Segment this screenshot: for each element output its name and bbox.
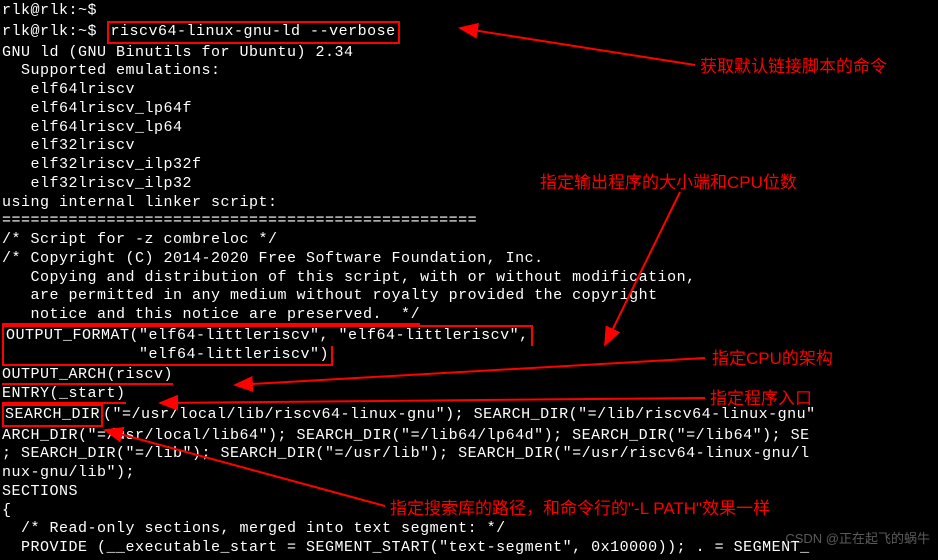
output-line: notice and this notice are preserved. */: [2, 306, 936, 325]
output-line: elf64lriscv_lp64: [2, 119, 936, 138]
output-line: ARCH_DIR("=/usr/local/lib64"); SEARCH_DI…: [2, 427, 936, 446]
output-line: using internal linker script:: [2, 194, 936, 213]
output-format-highlight2: "elf64-littleriscv"): [2, 346, 333, 367]
output-line: elf64lriscv_lp64f: [2, 100, 936, 119]
annotation-endian: 指定输出程序的大小端和CPU位数: [540, 172, 797, 193]
output-line: are permitted in any medium without roya…: [2, 287, 936, 306]
output-format-line: OUTPUT_FORMAT("elf64-littleriscv", "elf6…: [2, 325, 936, 346]
prompt-line-1: rlk@rlk:~$: [2, 2, 936, 21]
command-highlight: riscv64-linux-gnu-ld --verbose: [107, 21, 400, 44]
prompt-text: rlk@rlk:~$: [2, 23, 107, 40]
output-line: Copying and distribution of this script,…: [2, 269, 936, 288]
output-line: nux-gnu/lib");: [2, 464, 936, 483]
search-dir-highlight: SEARCH_DIR: [2, 404, 103, 427]
output-line: ; SEARCH_DIR("=/lib"); SEARCH_DIR("=/usr…: [2, 445, 936, 464]
annotation-search: 指定搜索库的路径，和命令行的"-L PATH"效果一样: [390, 498, 770, 519]
annotation-entry: 指定程序入口: [710, 388, 812, 409]
output-line: ========================================…: [2, 212, 936, 231]
output-line: /* Copyright (C) 2014-2020 Free Software…: [2, 250, 936, 269]
output-line: /* Script for -z combreloc */: [2, 231, 936, 250]
watermark: CSDN @正在起飞的蜗牛: [785, 531, 930, 547]
annotation-cpu-arch: 指定CPU的架构: [712, 348, 833, 369]
output-format-highlight: OUTPUT_FORMAT("elf64-littleriscv", "elf6…: [2, 325, 533, 346]
output-line: elf32lriscv: [2, 137, 936, 156]
prompt-line-2[interactable]: rlk@rlk:~$ riscv64-linux-gnu-ld --verbos…: [2, 21, 936, 44]
terminal-output: rlk@rlk:~$ rlk@rlk:~$ riscv64-linux-gnu-…: [0, 0, 938, 560]
output-line: elf64lriscv: [2, 81, 936, 100]
annotation-get-script: 获取默认链接脚本的命令: [700, 56, 887, 77]
